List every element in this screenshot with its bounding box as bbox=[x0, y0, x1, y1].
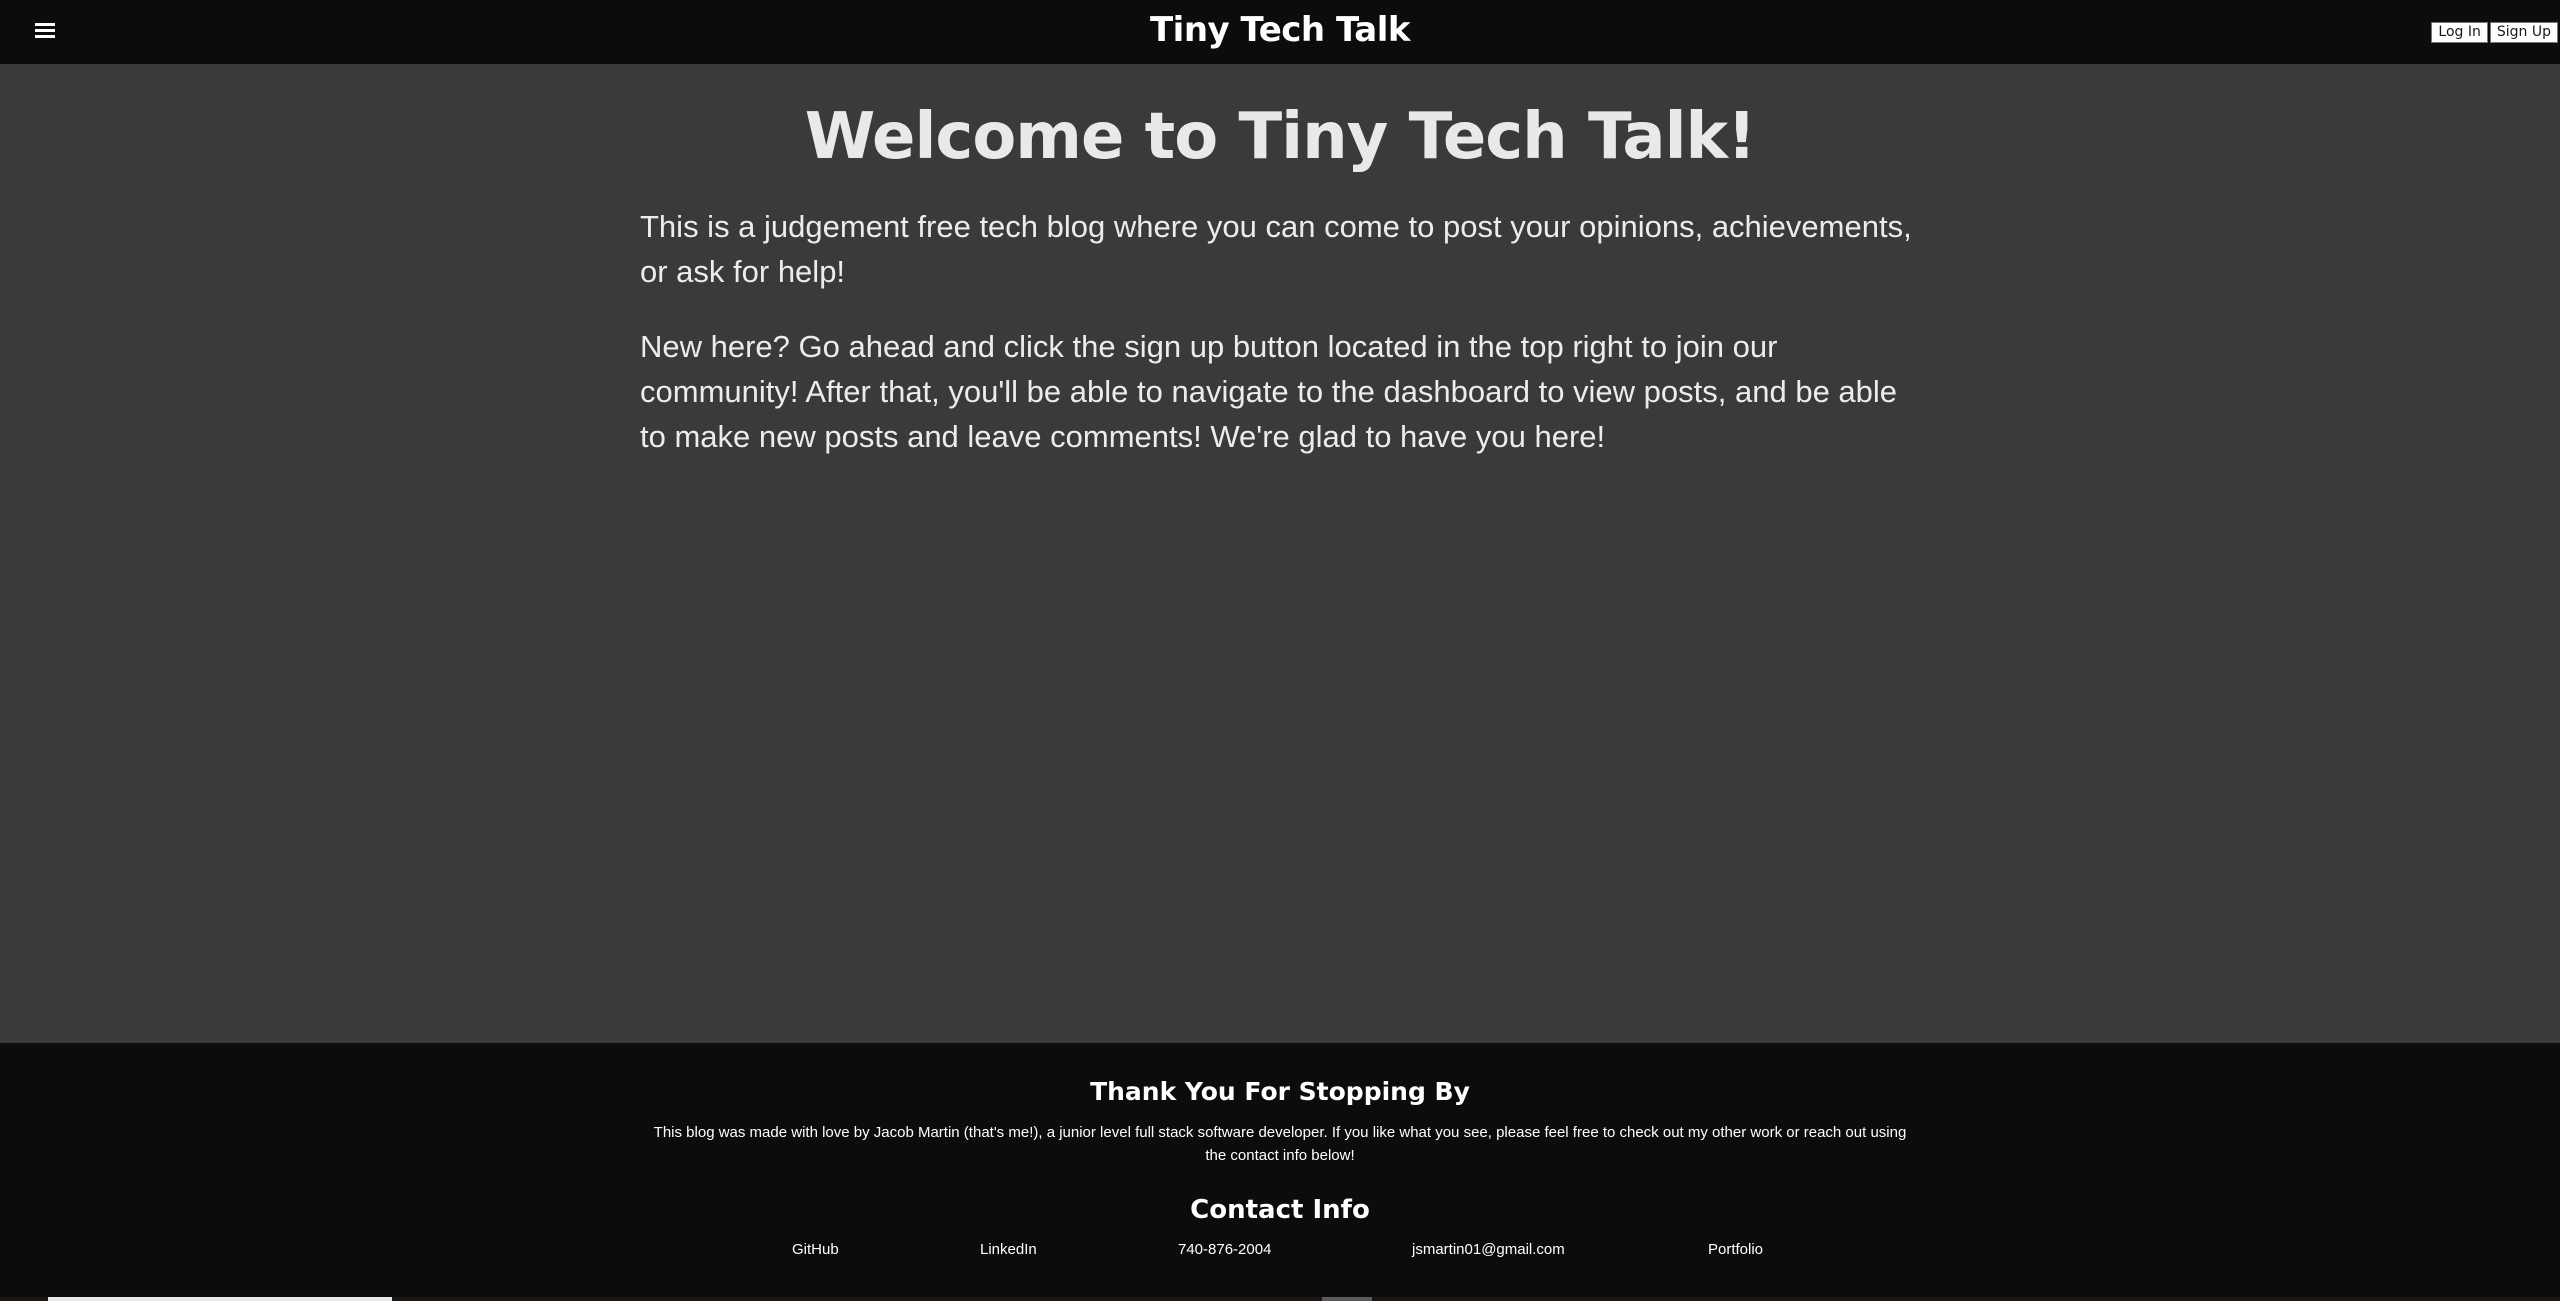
bottom-strip bbox=[0, 1297, 2560, 1301]
email-link[interactable]: jsmartin01@gmail.com bbox=[1412, 1241, 1565, 1258]
bottom-strip-segment bbox=[1322, 1297, 1372, 1301]
github-link[interactable]: GitHub bbox=[792, 1241, 839, 1258]
site-title[interactable]: Tiny Tech Talk bbox=[0, 10, 2560, 50]
bottom-strip-segment bbox=[48, 1297, 392, 1301]
footer-text: This blog was made with love by Jacob Ma… bbox=[653, 1124, 1907, 1164]
page: Tiny Tech Talk Log In Sign Up Welcome to… bbox=[0, 0, 2560, 1301]
intro-content: This is a judgement free tech blog where… bbox=[640, 204, 1920, 489]
site-footer: Thank You For Stopping By This blog was … bbox=[0, 1043, 2560, 1301]
contact-title: Contact Info bbox=[1190, 1195, 1370, 1225]
main-content: Welcome to Tiny Tech Talk! This is a jud… bbox=[0, 64, 2560, 1043]
phone-link[interactable]: 740-876-2004 bbox=[1178, 1241, 1271, 1258]
login-button[interactable]: Log In bbox=[2431, 22, 2488, 43]
signup-button[interactable]: Sign Up bbox=[2489, 22, 2558, 43]
instructions-paragraph: New here? Go ahead and click the sign up… bbox=[640, 329, 1898, 454]
welcome-heading: Welcome to Tiny Tech Talk! bbox=[804, 100, 1757, 174]
auth-buttons: Log In Sign Up bbox=[2431, 22, 2558, 43]
footer-title: Thank You For Stopping By bbox=[1090, 1077, 1470, 1106]
linkedin-link[interactable]: LinkedIn bbox=[980, 1241, 1037, 1258]
intro-paragraph: This is a judgement free tech blog where… bbox=[640, 209, 1912, 289]
site-header: Tiny Tech Talk Log In Sign Up bbox=[0, 0, 2560, 64]
portfolio-link[interactable]: Portfolio bbox=[1708, 1241, 1763, 1258]
